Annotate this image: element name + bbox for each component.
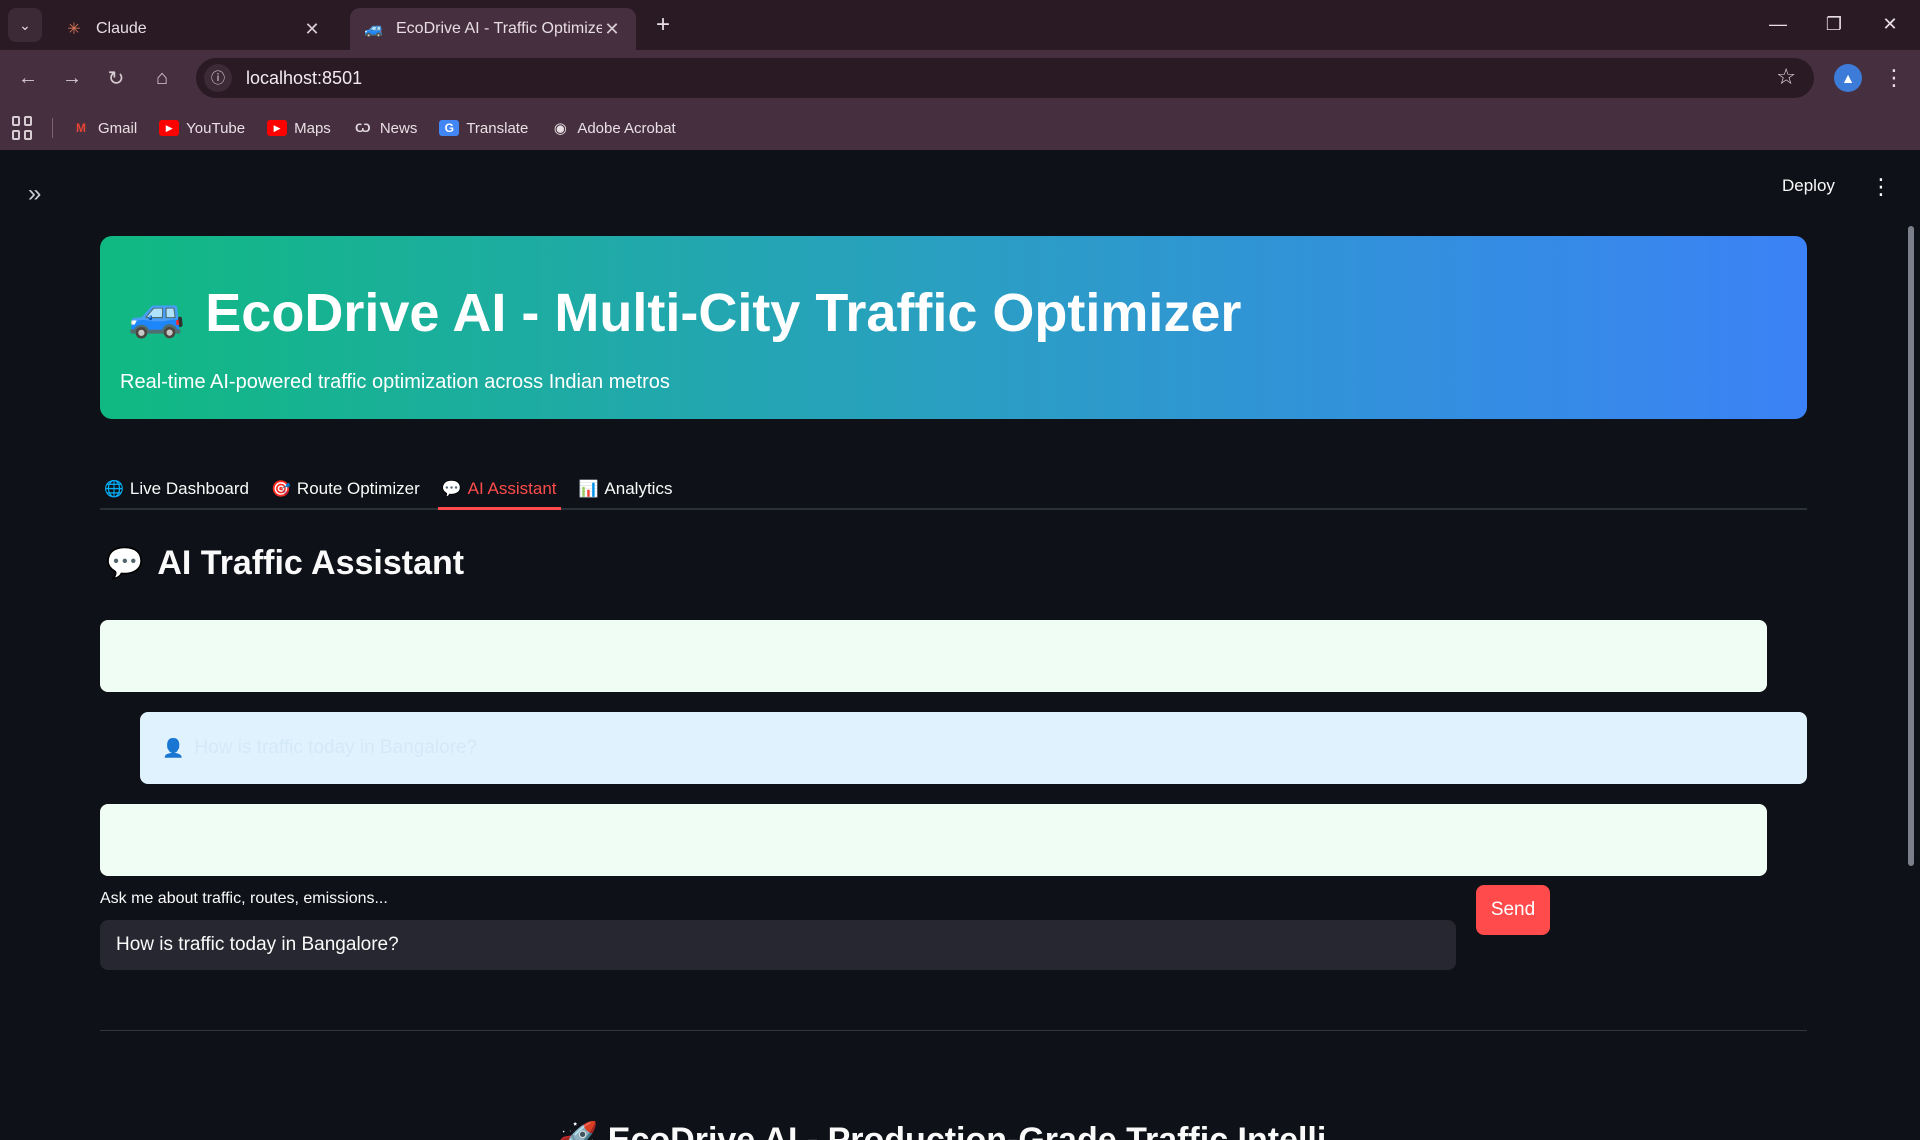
page-scrollbar[interactable] [1908, 226, 1914, 866]
tab-title: Claude [96, 20, 147, 37]
bookmark-label: Maps [294, 119, 331, 137]
assistant-message [100, 620, 1767, 692]
message-text: How is traffic today in Bangalore? [194, 737, 478, 758]
back-button[interactable]: ← [10, 60, 46, 96]
bookmark-maps[interactable]: ▶ Maps [267, 120, 331, 137]
tab-label: Analytics [604, 479, 673, 498]
new-tab-button[interactable]: + [648, 10, 678, 40]
restore-button[interactable]: ❐ [1814, 8, 1854, 40]
tab-ai-assistant[interactable]: 💬 AI Assistant [437, 470, 561, 510]
claude-icon: ✳ [67, 21, 81, 38]
reload-button[interactable]: ↻ [98, 60, 134, 96]
tab-title: EcoDrive AI - Traffic Optimizer [396, 20, 602, 37]
bookmark-label: News [379, 119, 418, 137]
tab-label: Live Dashboard [129, 479, 249, 498]
divider [100, 1030, 1807, 1031]
globe-icon: 🌐 [104, 481, 124, 498]
profile-avatar[interactable]: ▲ [1834, 64, 1862, 92]
car-icon: 🚙 [364, 21, 384, 38]
tab-live-dashboard[interactable]: 🌐 Live Dashboard [100, 470, 253, 508]
translate-icon: G [439, 120, 460, 136]
chat-input-label: Ask me about traffic, routes, emissions.… [100, 890, 388, 907]
browser-tab-ecodrive[interactable]: 🚙 EcoDrive AI - Traffic Optimizer ✕ [350, 8, 636, 50]
bookmarks-bar: M Gmail ▶ YouTube ▶ Maps Ѡ News G Transl… [0, 106, 1920, 150]
bookmark-label: YouTube [186, 119, 246, 137]
footer-title-text: EcoDrive AI - Production-Grade Traffic I… [607, 1121, 1327, 1140]
app-menu-icon[interactable]: ⋮ [1870, 174, 1892, 200]
app-tab-bar: 🌐 Live Dashboard 🎯 Route Optimizer 💬 AI … [100, 470, 1807, 510]
bookmark-label: Gmail [98, 119, 138, 137]
minimize-button[interactable]: — [1758, 8, 1798, 40]
bar-chart-icon: 📊 [578, 481, 599, 498]
section-title-text: AI Traffic Assistant [157, 544, 465, 582]
target-icon: 🎯 [271, 481, 291, 498]
forward-button[interactable]: → [54, 60, 90, 96]
chat-input[interactable] [100, 920, 1456, 970]
assistant-message [100, 804, 1767, 876]
address-bar[interactable]: ⓘ localhost:8501 ☆ [196, 58, 1814, 98]
bookmarks-divider [52, 118, 53, 138]
bookmark-youtube[interactable]: ▶ YouTube [159, 120, 245, 137]
tab-search-button[interactable]: ⌄ [8, 8, 42, 42]
user-icon: 👤 [162, 737, 185, 758]
deploy-button[interactable]: Deploy [1782, 176, 1835, 196]
browser-toolbar: ← → ↻ ⌂ ⓘ localhost:8501 ☆ ▲ ⋮ [0, 50, 1920, 106]
bookmark-translate[interactable]: G Translate [439, 120, 528, 137]
footer-title: 🚀 EcoDrive AI - Production-Grade Traffic… [556, 1120, 1326, 1140]
bookmark-acrobat[interactable]: ◉ Adobe Acrobat [550, 119, 676, 138]
close-tab-icon[interactable]: ✕ [302, 19, 322, 40]
car-icon: 🚙 [128, 286, 186, 339]
youtube-icon: ▶ [159, 120, 180, 136]
tab-label: Route Optimizer [296, 479, 420, 498]
hero-banner: 🚙 EcoDrive AI - Multi-City Traffic Optim… [100, 236, 1807, 419]
bookmark-gmail[interactable]: M Gmail [71, 120, 137, 137]
news-icon: Ѡ [355, 121, 371, 135]
acrobat-icon: ◉ [553, 120, 567, 137]
bookmark-news[interactable]: Ѡ News [353, 119, 418, 137]
speech-bubble-icon: 💬 [106, 547, 144, 580]
rocket-icon: 🚀 [556, 1121, 599, 1140]
close-window-button[interactable]: ✕ [1870, 8, 1910, 40]
tab-analytics[interactable]: 📊 Analytics [575, 470, 677, 508]
hero-title: 🚙 EcoDrive AI - Multi-City Traffic Optim… [128, 282, 1241, 344]
browser-tab-claude[interactable]: ✳ Claude ✕ [50, 8, 336, 50]
hero-subtitle: Real-time AI-powered traffic optimizatio… [120, 371, 670, 393]
expand-sidebar-icon[interactable]: » [28, 180, 41, 208]
home-button[interactable]: ⌂ [144, 60, 180, 96]
close-tab-icon[interactable]: ✕ [602, 19, 622, 40]
url-text[interactable]: localhost:8501 [246, 68, 362, 89]
browser-tabstrip: ⌄ ✳ Claude ✕ 🚙 EcoDrive AI - Traffic Opt… [0, 0, 1920, 50]
tab-route-optimizer[interactable]: 🎯 Route Optimizer [267, 470, 424, 508]
hero-title-text: EcoDrive AI - Multi-City Traffic Optimiz… [205, 283, 1242, 343]
section-title: 💬 AI Traffic Assistant [106, 544, 464, 583]
bookmark-star-icon[interactable]: ☆ [1776, 64, 1796, 90]
user-message: 👤 How is traffic today in Bangalore? [140, 712, 1807, 784]
speech-bubble-icon: 💬 [441, 481, 462, 498]
gmail-icon: M [76, 121, 86, 135]
maps-icon: ▶ [267, 120, 288, 136]
apps-grid-icon[interactable] [12, 116, 36, 140]
tab-label: AI Assistant [467, 479, 557, 498]
app-viewport: » Deploy ⋮ 🚙 EcoDrive AI - Multi-City Tr… [0, 150, 1920, 1140]
browser-menu-icon[interactable]: ⋮ [1880, 62, 1908, 94]
bookmark-label: Translate [466, 119, 529, 137]
site-info-icon[interactable]: ⓘ [204, 64, 232, 92]
bookmark-label: Adobe Acrobat [577, 119, 676, 137]
send-button[interactable]: Send [1476, 885, 1550, 935]
